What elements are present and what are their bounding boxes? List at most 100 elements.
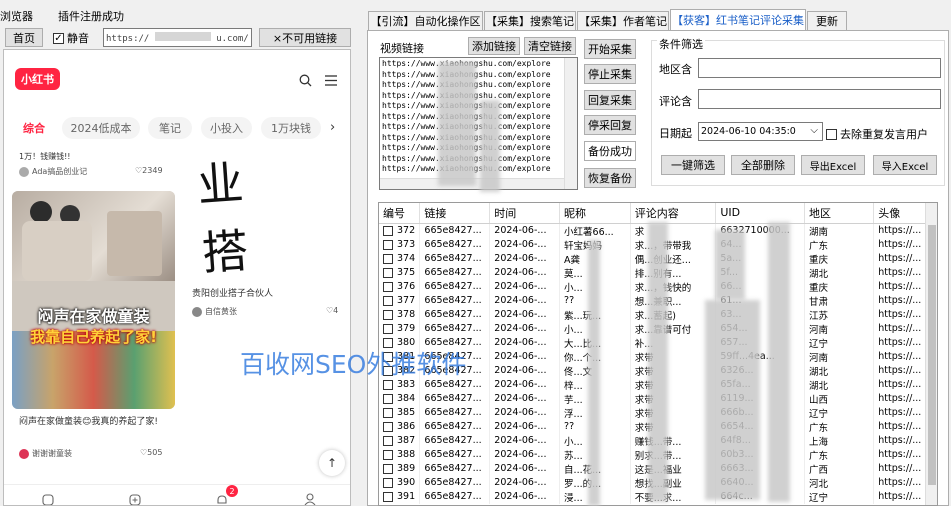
tab-comprehensive[interactable]: 综合 bbox=[11, 117, 57, 139]
stop-collect-button[interactable]: 停止采集 bbox=[584, 64, 636, 84]
menu-icon[interactable] bbox=[325, 75, 337, 86]
table-cell: 求 bbox=[630, 223, 717, 238]
filter-button[interactable]: 一键筛选 bbox=[661, 155, 725, 175]
chevron-right-icon[interactable]: › bbox=[330, 120, 335, 135]
row-checkbox[interactable] bbox=[383, 309, 393, 320]
url-input[interactable]: https:// u.com/ bbox=[103, 28, 252, 47]
restore-backup-button[interactable]: 恢复备份 bbox=[584, 168, 636, 188]
row-checkbox[interactable] bbox=[383, 491, 393, 502]
url-value-end: u.com/ bbox=[216, 34, 249, 44]
table-cell: 河南 bbox=[804, 349, 875, 364]
resume-collect-button[interactable]: 回复采集 bbox=[584, 90, 636, 110]
watermark: 百收网SEO外推软件 bbox=[240, 350, 467, 379]
card0-author: Ada搞品创业记 bbox=[19, 166, 87, 177]
card1-image[interactable]: 闷声在家做童装 我靠自己养起了家! bbox=[12, 191, 175, 409]
table-scrollbar[interactable] bbox=[925, 203, 937, 505]
table-scroll-thumb[interactable] bbox=[928, 225, 936, 485]
tab-comment-collect[interactable]: 【获客】红书笔记评论采集 bbox=[670, 9, 806, 30]
import-excel-button[interactable]: 导入Excel bbox=[873, 155, 937, 175]
row-checkbox[interactable] bbox=[383, 421, 393, 432]
column-header[interactable]: 链接 bbox=[419, 203, 491, 224]
table-cell: 重庆 bbox=[804, 279, 875, 294]
row-checkbox[interactable] bbox=[383, 463, 393, 474]
table-cell: 2024-06-... bbox=[489, 405, 561, 420]
home-button[interactable]: 首页 bbox=[5, 28, 43, 47]
row-checkbox[interactable] bbox=[383, 393, 393, 404]
row-checkbox[interactable] bbox=[383, 449, 393, 460]
add-link-button[interactable]: 添加链接 bbox=[468, 37, 520, 55]
unavailable-link-button[interactable]: ×不可用链接 bbox=[259, 28, 351, 47]
backup-button[interactable]: 备份成功 bbox=[584, 141, 636, 161]
table-cell: 2024-06-... bbox=[489, 223, 561, 238]
row-checkbox[interactable] bbox=[383, 225, 393, 236]
search-icon[interactable] bbox=[299, 74, 312, 87]
start-collect-button[interactable]: 开始采集 bbox=[584, 39, 636, 59]
video-links-textarea[interactable]: https://www.xiaohongshu.com/explorehttps… bbox=[379, 57, 578, 190]
table-cell: 386 bbox=[379, 419, 421, 434]
row-checkbox[interactable] bbox=[383, 323, 393, 334]
row-checkbox[interactable] bbox=[383, 239, 393, 250]
table-cell: 387 bbox=[379, 433, 421, 448]
row-checkbox[interactable] bbox=[383, 253, 393, 264]
region-label: 地区含 bbox=[659, 63, 692, 76]
table-cell: 河北 bbox=[804, 475, 875, 490]
row-checkbox[interactable] bbox=[383, 379, 393, 390]
comment-filter-input[interactable] bbox=[698, 89, 941, 109]
tab-small-invest[interactable]: 小投入 bbox=[201, 117, 252, 139]
bell-icon[interactable] bbox=[216, 494, 228, 506]
column-header[interactable]: 地区 bbox=[804, 203, 875, 224]
tab-author-notes[interactable]: 【采集】作者笔记 bbox=[577, 11, 669, 30]
tab-traffic-automation[interactable]: 【引流】自动化操作区 bbox=[368, 11, 483, 30]
clear-link-button[interactable]: 清空链接 bbox=[524, 37, 576, 55]
redaction-blur bbox=[715, 230, 745, 300]
tab-low-cost[interactable]: 2024低成本 bbox=[62, 117, 140, 139]
tab-10k[interactable]: 1万块钱 bbox=[261, 117, 321, 139]
table-cell: 求带 bbox=[630, 363, 717, 378]
mute-checkbox[interactable]: ✓ 静音 bbox=[53, 30, 89, 46]
back-to-top-icon[interactable]: ↑ bbox=[319, 450, 345, 476]
table-cell: 2024-06-... bbox=[489, 293, 561, 308]
card2-title[interactable]: 贵阳创业搭子合伙人 bbox=[192, 286, 273, 299]
dedupe-checkbox[interactable]: 去除重复发言用户 bbox=[826, 126, 928, 142]
table-cell: 江苏 bbox=[804, 307, 875, 322]
row-id: 375 bbox=[397, 267, 416, 278]
table-cell: 补... bbox=[630, 335, 717, 350]
comment-filter-label: 评论含 bbox=[659, 95, 692, 108]
row-checkbox[interactable] bbox=[383, 281, 393, 292]
row-checkbox[interactable] bbox=[383, 435, 393, 446]
row-id: 376 bbox=[397, 281, 416, 292]
delete-all-button[interactable]: 全部删除 bbox=[731, 155, 795, 175]
column-header[interactable]: 昵称 bbox=[559, 203, 631, 224]
chevron-down-icon[interactable]: ⌵ bbox=[810, 125, 818, 136]
column-header[interactable]: 编号 bbox=[379, 203, 421, 224]
tab-search-notes[interactable]: 【采集】搜索笔记 bbox=[484, 11, 576, 30]
row-checkbox[interactable] bbox=[383, 477, 393, 488]
table-cell: 384 bbox=[379, 391, 421, 406]
tab-update[interactable]: 更新 bbox=[807, 11, 847, 30]
textarea-scrollbar[interactable] bbox=[564, 58, 577, 189]
column-header[interactable]: UID bbox=[715, 203, 806, 224]
export-excel-button[interactable]: 导出Excel bbox=[801, 155, 865, 175]
home-icon[interactable] bbox=[42, 494, 54, 506]
table-cell: 2024-06-... bbox=[489, 447, 561, 462]
pause-reply-button[interactable]: 停采回复 bbox=[584, 115, 636, 135]
table-cell: 广东 bbox=[804, 419, 875, 434]
table-cell: 求...靠谱可付 bbox=[630, 321, 717, 336]
column-header[interactable]: 评论内容 bbox=[630, 203, 717, 224]
column-header[interactable]: 时间 bbox=[489, 203, 561, 224]
row-checkbox[interactable] bbox=[383, 407, 393, 418]
redaction-blur bbox=[438, 62, 476, 186]
table-cell: 求带 bbox=[630, 419, 717, 434]
row-checkbox[interactable] bbox=[383, 295, 393, 306]
card2-image[interactable]: 业 搭 子 bbox=[184, 145, 346, 278]
row-checkbox[interactable] bbox=[383, 267, 393, 278]
tab-notes[interactable]: 笔记 bbox=[148, 117, 192, 139]
avatar bbox=[19, 166, 29, 177]
card1-title[interactable]: 闷声在家做童装😊我真的养起了家! bbox=[19, 416, 174, 429]
profile-icon[interactable] bbox=[304, 493, 316, 506]
video-links-label: 视频链接 bbox=[380, 42, 424, 55]
date-picker[interactable]: 2024-06-10 04:35:0 ⌵ bbox=[698, 122, 823, 141]
table-cell: 2024-06-... bbox=[489, 419, 561, 434]
add-icon[interactable] bbox=[129, 494, 141, 506]
region-input[interactable] bbox=[698, 58, 941, 78]
